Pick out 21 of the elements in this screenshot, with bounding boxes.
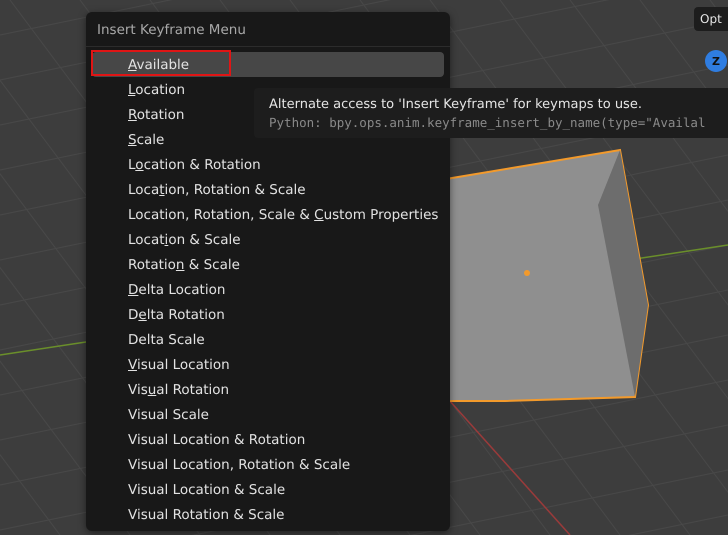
menu-item[interactable]: Visual Location, Rotation & Scale — [92, 452, 444, 477]
menu-item[interactable]: Delta Scale — [92, 327, 444, 352]
menu-item[interactable]: Location, Rotation & Scale — [92, 177, 444, 202]
menu-title: Insert Keyframe Menu — [86, 12, 450, 47]
menu-item[interactable]: Visual Scale — [92, 402, 444, 427]
menu-item[interactable]: Rotation & Scale — [92, 252, 444, 277]
tooltip-description: Alternate access to 'Insert Keyframe' for keymaps to use. — [269, 97, 643, 112]
options-button[interactable]: Opt — [694, 7, 728, 31]
menu-item[interactable]: Location & Rotation — [92, 152, 444, 177]
menu-item[interactable]: Delta Rotation — [92, 302, 444, 327]
menu-item[interactable]: Location, Rotation, Scale & Custom Properties — [92, 202, 444, 227]
menu-item[interactable]: Available — [92, 52, 444, 77]
menu-item[interactable]: Visual Location & Rotation — [92, 427, 444, 452]
menu-item[interactable]: Visual Location — [92, 352, 444, 377]
axis-gizmo-handle[interactable]: Z — [705, 50, 727, 72]
menu-item[interactable]: Visual Rotation — [92, 377, 444, 402]
menu-item[interactable]: Visual Rotation & Scale — [92, 502, 444, 527]
tooltip-python: Python: bpy.ops.anim.keyframe_insert_by_name(type="Availal — [269, 115, 706, 130]
menu-item[interactable]: Delta Location — [92, 277, 444, 302]
menu-item[interactable]: Visual Location & Scale — [92, 477, 444, 502]
menu-item[interactable]: Location & Scale — [92, 227, 444, 252]
